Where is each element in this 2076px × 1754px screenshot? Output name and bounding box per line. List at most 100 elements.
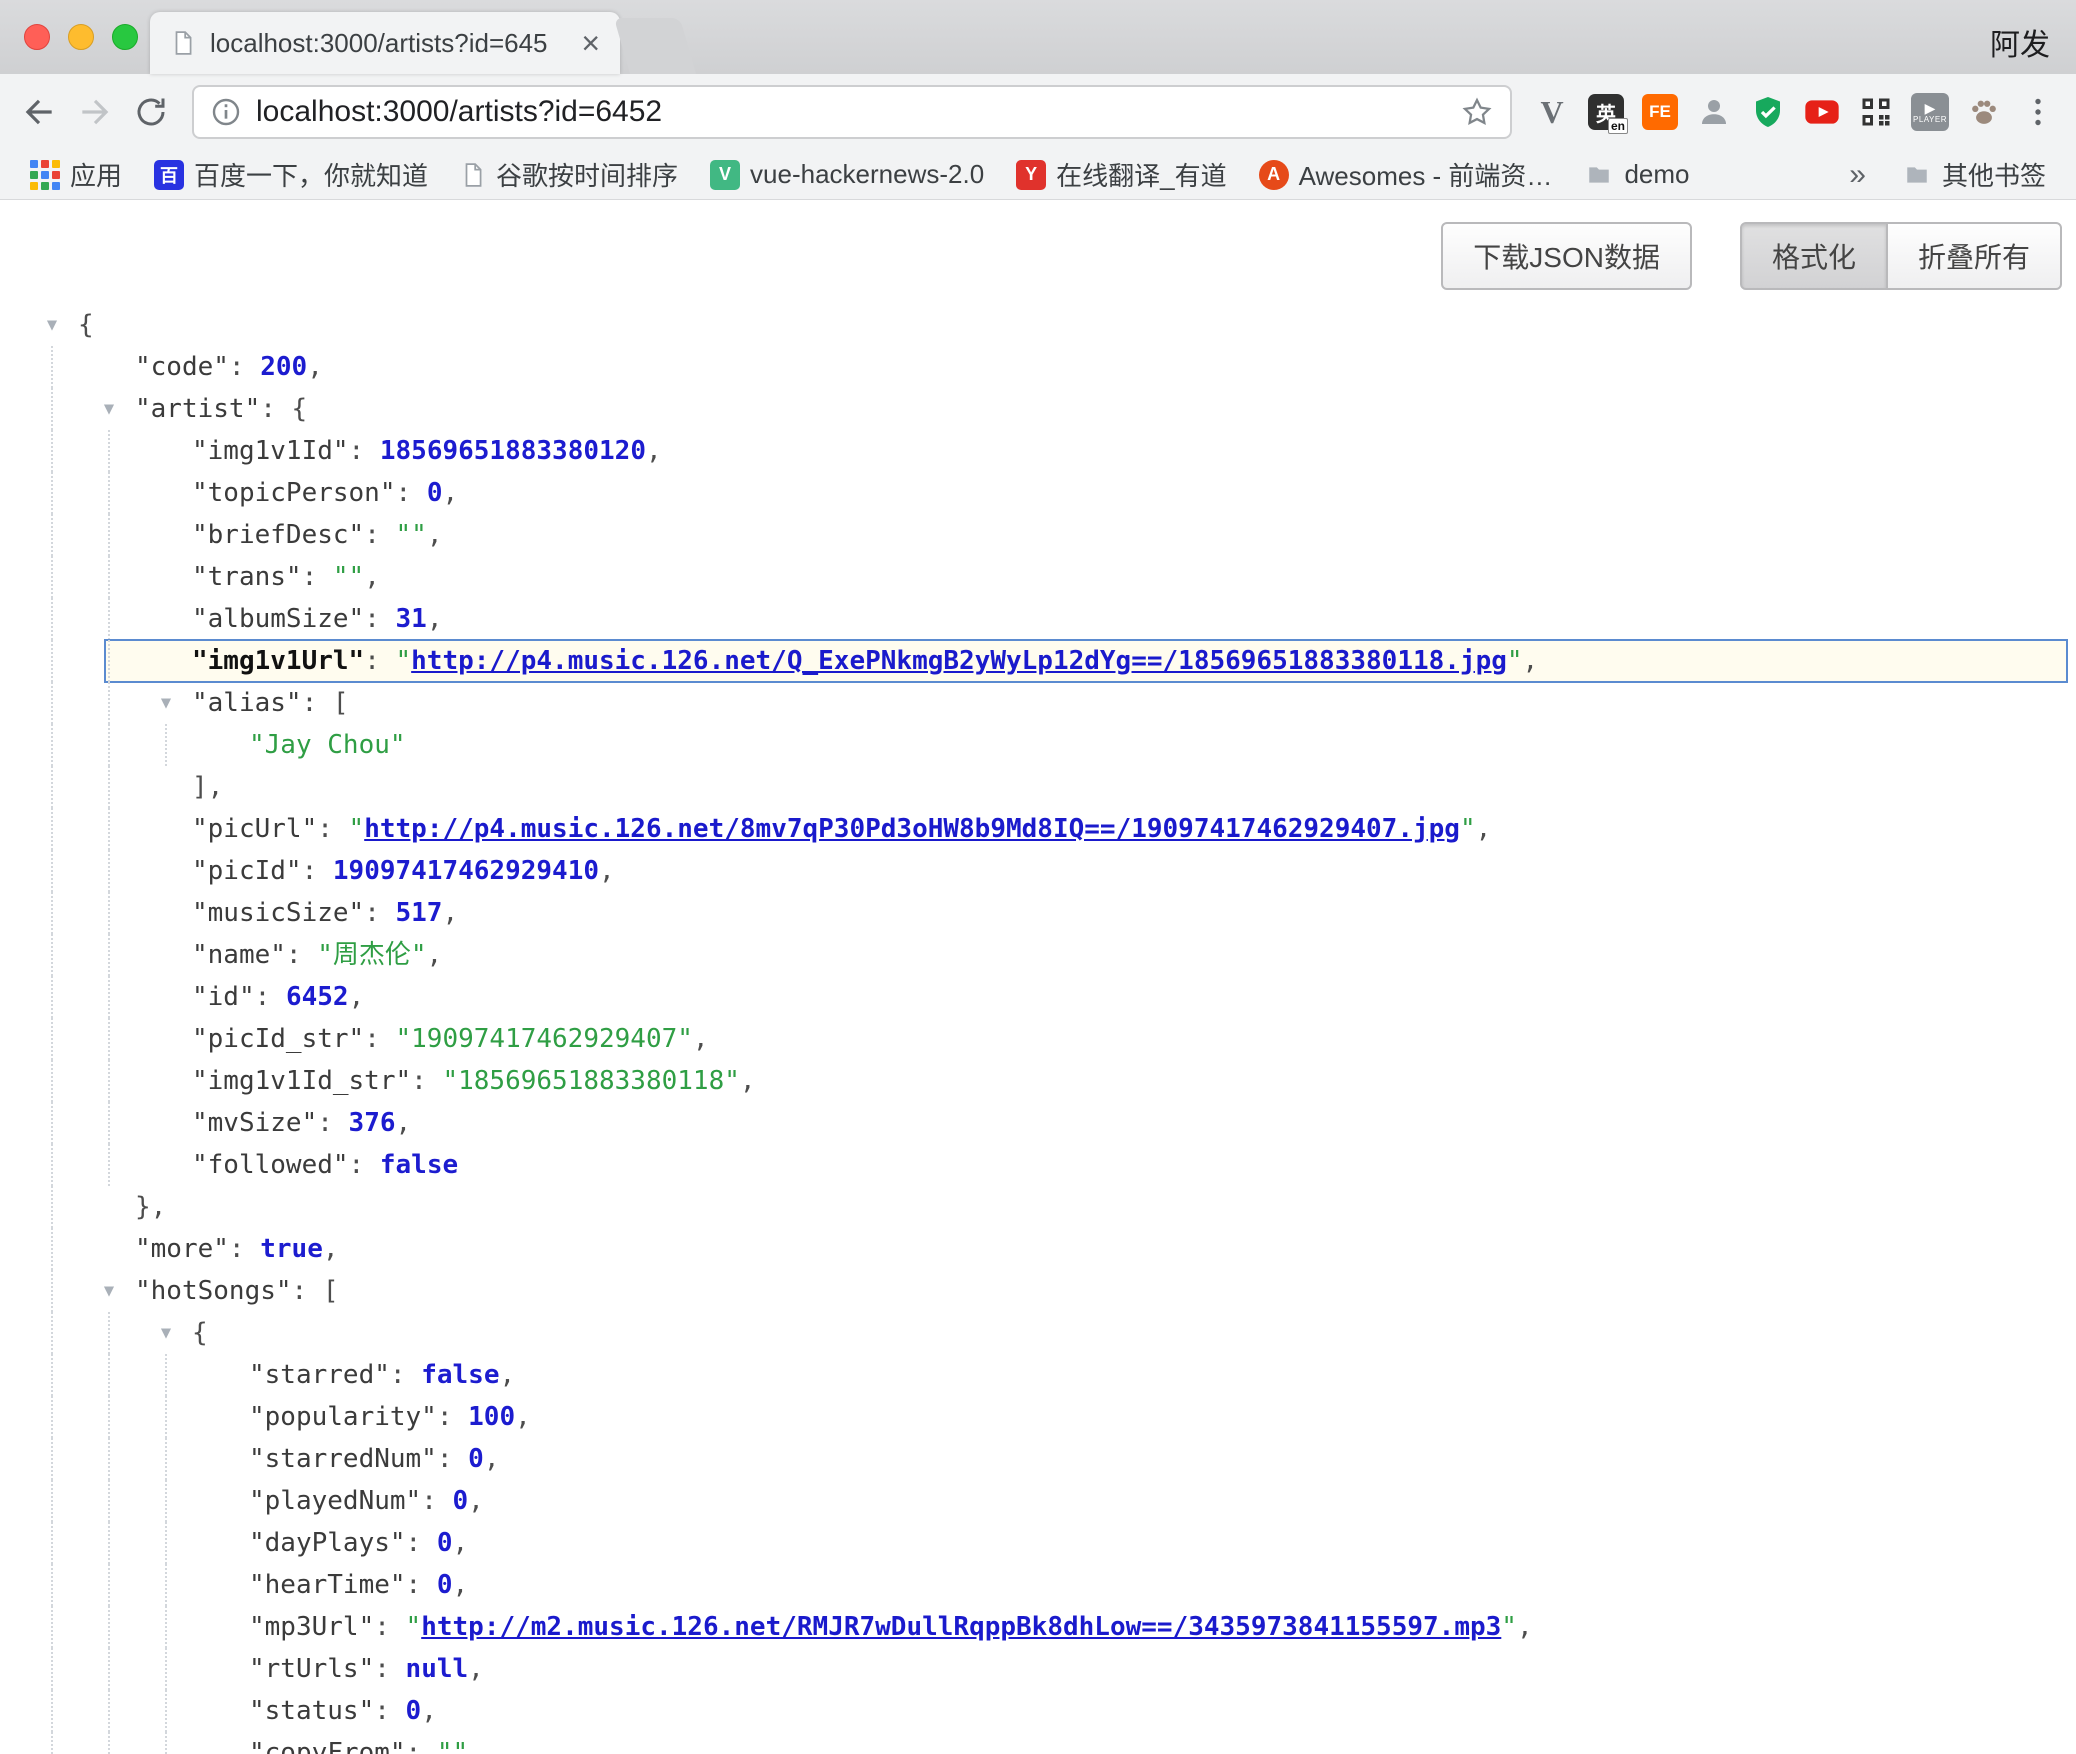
json-token: : bbox=[364, 1024, 395, 1054]
json-token: : bbox=[411, 1066, 442, 1096]
json-line: "starredNum": 0, bbox=[0, 1438, 2076, 1480]
url-text[interactable]: localhost:3000/artists?id=6452 bbox=[256, 95, 1446, 129]
vimium-glyph: V bbox=[1540, 94, 1563, 131]
fehelper-extension-icon[interactable]: FE bbox=[1638, 90, 1682, 134]
indent-guide bbox=[108, 598, 110, 640]
new-tab-button[interactable] bbox=[614, 18, 696, 74]
json-token: "albumSize" bbox=[192, 604, 364, 634]
json-token: : bbox=[374, 1696, 405, 1726]
other-bookmarks-folder[interactable]: 其他书签 bbox=[1890, 152, 2058, 197]
apps-grid-icon bbox=[30, 160, 60, 190]
json-token: , bbox=[442, 478, 458, 508]
download-json-button[interactable]: 下载JSON数据 bbox=[1441, 222, 1692, 290]
menu-dots-icon bbox=[2020, 94, 2056, 130]
json-token: , bbox=[1523, 646, 1539, 676]
indent-guide bbox=[51, 472, 53, 514]
json-line: "followed": false bbox=[0, 1144, 2076, 1186]
json-token: "artist" bbox=[135, 394, 260, 424]
indent-guide bbox=[108, 892, 110, 934]
youtube-extension-icon[interactable] bbox=[1800, 90, 1844, 134]
browser-tab[interactable]: localhost:3000/artists?id=645 × bbox=[150, 12, 620, 74]
json-token: : bbox=[437, 1444, 468, 1474]
json-token: : bbox=[364, 520, 395, 550]
indent-guide bbox=[51, 1564, 53, 1606]
json-url-link[interactable]: http://p4.music.126.net/8mv7qP30Pd3oHW8b… bbox=[364, 814, 1460, 844]
bookmark-apps[interactable]: 应用 bbox=[18, 152, 134, 197]
indent-guide bbox=[108, 1018, 110, 1060]
json-token: 18569651883380120 bbox=[380, 436, 646, 466]
indent-guide bbox=[165, 1522, 167, 1564]
collapse-toggle-icon[interactable]: ▼ bbox=[154, 682, 178, 724]
collapse-toggle-icon[interactable]: ▼ bbox=[97, 388, 121, 430]
indent-guide bbox=[51, 514, 53, 556]
youdao-icon: Y bbox=[1016, 160, 1046, 190]
forward-button[interactable] bbox=[72, 89, 118, 135]
bookmark-awesomes[interactable]: A Awesomes - 前端资… bbox=[1247, 152, 1565, 197]
json-token: "popularity" bbox=[249, 1402, 437, 1432]
collapse-toggle-icon[interactable]: ▼ bbox=[154, 1312, 178, 1354]
json-token: "trans" bbox=[192, 562, 302, 592]
bookmarks-overflow-chevron[interactable]: » bbox=[1833, 158, 1882, 192]
window-minimize-button[interactable] bbox=[68, 24, 94, 50]
json-url-link[interactable]: http://m2.music.126.net/RMJR7wDullRqppBk… bbox=[421, 1612, 1501, 1642]
format-button[interactable]: 格式化 bbox=[1740, 222, 1888, 290]
json-line: "popularity": 100, bbox=[0, 1396, 2076, 1438]
profile-name[interactable]: 阿发 bbox=[1990, 20, 2050, 64]
json-token: : bbox=[317, 814, 348, 844]
indent-guide bbox=[51, 850, 53, 892]
indent-guide bbox=[51, 640, 53, 682]
json-token: "playedNum" bbox=[249, 1486, 421, 1516]
address-bar[interactable]: localhost:3000/artists?id=6452 bbox=[192, 85, 1512, 139]
bookmark-youdao-translate[interactable]: Y 在线翻译_有道 bbox=[1004, 152, 1238, 197]
indent-guide bbox=[51, 1060, 53, 1102]
json-token: 100 bbox=[468, 1402, 515, 1432]
bookmark-baidu[interactable]: 百 百度一下，你就知道 bbox=[142, 152, 440, 197]
json-line: "hearTime": 0, bbox=[0, 1564, 2076, 1606]
back-icon bbox=[20, 93, 58, 131]
bookmark-google-sort[interactable]: 谷歌按时间排序 bbox=[448, 152, 690, 197]
bookmark-star-icon[interactable] bbox=[1460, 95, 1494, 129]
json-line: "picId": 19097417462929410, bbox=[0, 850, 2076, 892]
collapse-toggle-icon[interactable]: ▼ bbox=[40, 304, 64, 346]
json-token: , bbox=[1476, 814, 1492, 844]
indent-guide bbox=[165, 1564, 167, 1606]
json-token: : bbox=[349, 1150, 380, 1180]
info-icon[interactable] bbox=[210, 96, 242, 128]
player-extension-icon[interactable]: ▶ PLAYER bbox=[1908, 90, 1952, 134]
tab-title: localhost:3000/artists?id=645 bbox=[210, 28, 571, 59]
json-token: , bbox=[427, 940, 443, 970]
qrcode-extension-icon[interactable] bbox=[1854, 90, 1898, 134]
indent-guide bbox=[165, 1438, 167, 1480]
shield-extension-icon[interactable] bbox=[1746, 90, 1790, 134]
window-zoom-button[interactable] bbox=[112, 24, 138, 50]
json-token: "picId" bbox=[192, 856, 302, 886]
json-token: , bbox=[349, 982, 365, 1012]
json-token: , bbox=[468, 1738, 484, 1754]
json-token: , bbox=[307, 352, 323, 382]
user-extension-icon[interactable] bbox=[1692, 90, 1736, 134]
tab-strip: localhost:3000/artists?id=645 × 阿发 bbox=[0, 0, 2076, 74]
json-token: : bbox=[406, 1528, 437, 1558]
json-url-link[interactable]: http://p4.music.126.net/Q_ExePNkmgB2yWyL… bbox=[411, 646, 1507, 676]
window-close-button[interactable] bbox=[24, 24, 50, 50]
json-line: "copyFrom": "", bbox=[0, 1732, 2076, 1754]
page-content: 下载JSON数据 格式化 折叠所有 ▼{"code": 200,▼"artist… bbox=[0, 222, 2076, 1754]
json-token: "mvSize" bbox=[192, 1108, 317, 1138]
vimium-extension-icon[interactable]: V bbox=[1530, 90, 1574, 134]
json-token: : bbox=[302, 688, 333, 718]
bookmark-vue-hackernews[interactable]: V vue-hackernews-2.0 bbox=[698, 155, 996, 194]
indent-guide bbox=[108, 1144, 110, 1186]
reload-button[interactable] bbox=[128, 89, 174, 135]
json-viewer-controls: 下载JSON数据 格式化 折叠所有 bbox=[0, 222, 2076, 290]
collapse-all-button[interactable]: 折叠所有 bbox=[1886, 222, 2062, 290]
paw-extension-icon[interactable] bbox=[1962, 90, 2006, 134]
browser-menu-button[interactable] bbox=[2016, 90, 2060, 134]
collapse-toggle-icon[interactable]: ▼ bbox=[97, 1270, 121, 1312]
bookmark-demo-folder[interactable]: demo bbox=[1572, 155, 1701, 194]
back-button[interactable] bbox=[16, 89, 62, 135]
json-token: "status" bbox=[249, 1696, 374, 1726]
tab-close-icon[interactable]: × bbox=[581, 27, 600, 59]
json-token: , bbox=[599, 856, 615, 886]
translate-extension-icon[interactable]: 英 en bbox=[1584, 90, 1628, 134]
json-token: 6452 bbox=[286, 982, 349, 1012]
